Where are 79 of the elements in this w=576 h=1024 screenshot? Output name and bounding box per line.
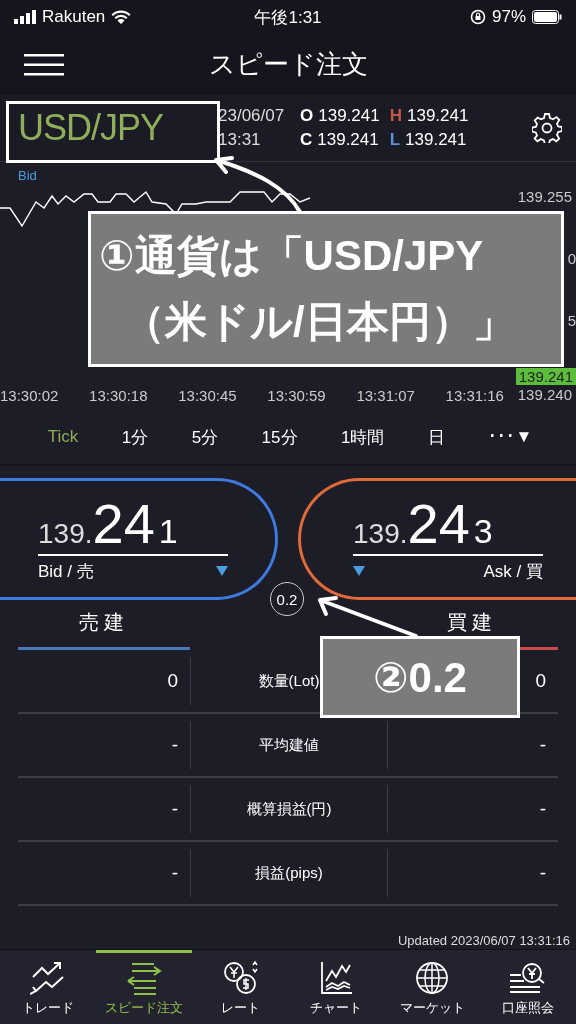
table-cell: - [539,862,546,883]
tab-bar-item[interactable]: レート [192,950,288,1024]
price-fraction: 1 [158,511,178,551]
globe-icon [414,960,450,995]
down-triangle-icon [216,566,228,576]
tab-bar-item[interactable]: トレード [0,950,96,1024]
table-cell: 0 [167,670,178,691]
table-cell: 0 [535,670,546,691]
time-label: 13:31:07 [356,387,415,404]
timeframe-tab[interactable]: 5分 [189,421,221,453]
row-label: 平均建値 [190,721,388,769]
row-label: 損益(pips) [190,849,388,897]
price-pips: 24 [92,495,155,552]
line-chart-icon [318,960,354,995]
carrier-name: Rakuten [42,7,106,27]
tab-bar-item[interactable]: チャート [288,950,384,1024]
price-fraction: 3 [473,511,493,551]
ohlc-label: L [389,130,401,150]
timeframe-tab[interactable]: 1分 [119,421,151,453]
sell-price-panel[interactable]: 139.24 1 Bid / 売 [0,478,278,600]
current-price-tag: 139.241 [515,368,576,385]
time-label: 13:30:59 [267,387,326,404]
time-label: 13:31:16 [445,387,504,404]
rotation-lock-icon [469,9,486,25]
ohlc-label: C [300,130,313,150]
down-triangle-icon [353,566,365,576]
callout-text: （米ドル/日本円）」 [122,297,516,347]
time-label: 13:30:02 [0,387,59,404]
clock-time: 午後1:31 [254,6,322,29]
series-label: Bid [18,168,37,183]
table-cell: - [171,862,178,883]
screen-title: スピード注文 [208,48,368,81]
ohlc-value: 139.241 [406,106,469,126]
ohlc-value: 139.241 [405,130,467,150]
quote-date: 23/06/07 [218,106,286,126]
price-label: Bid / 売 [38,560,94,583]
price-pips: 24 [407,495,470,552]
ohlc-value: 139.241 [318,106,380,126]
axis-label: 139.240 [517,386,572,403]
timeframe-tab[interactable]: 1時間 [339,421,387,453]
spread-badge: 0.2 [270,582,304,616]
timeframe-tab[interactable]: Tick [45,423,81,451]
price-head: 139. [38,517,93,550]
time-label: 13:30:45 [178,387,237,404]
signal-icon [14,10,36,24]
tab-bar-item[interactable]: スピード注文 [96,950,192,1024]
time-label: 13:30:18 [89,387,148,404]
sell-positions-header: 売建 [18,611,190,650]
currency-exchange-icon [222,960,258,995]
trend-arrows-icon [30,960,66,995]
timeframe-tab[interactable]: 日 [425,421,447,453]
transfer-arrows-icon [126,960,162,995]
table-cell: - [539,734,546,755]
tab-bar-item[interactable]: 口座照会 [480,950,576,1024]
wifi-icon [111,10,132,24]
currency-pair[interactable]: USD/JPY [18,107,218,149]
axis-label: 0 [567,250,576,267]
table-cell: - [171,798,178,819]
battery-percent: 97% [491,7,526,27]
table-cell: - [171,734,178,755]
ohlc-label: H [389,106,402,126]
callout-text: ①通貨は「USD/JPY [99,231,485,281]
row-label: 概算損益(円) [190,785,388,833]
battery-icon [532,10,562,24]
buy-price-panel[interactable]: 139.243 Ask / 買 [298,478,576,600]
quote-time: 13:31 [218,130,262,150]
table-cell: - [539,798,546,819]
timeframe-tab[interactable]: ･･･▼ [486,423,535,451]
updated-timestamp: Updated 2023/06/07 13:31:16 [397,933,570,948]
timeframe-tab[interactable]: 15分 [259,421,300,453]
price-label: Ask / 買 [483,560,543,583]
menu-icon[interactable] [24,54,64,76]
tab-bar-item[interactable]: マーケット [384,950,480,1024]
settings-icon[interactable] [532,113,562,143]
ohlc-label: O [300,106,314,126]
axis-label: 5 [567,312,576,329]
ohlc-value: 139.241 [317,130,379,150]
price-head: 139. [353,517,408,550]
axis-label: 139.255 [517,188,572,205]
